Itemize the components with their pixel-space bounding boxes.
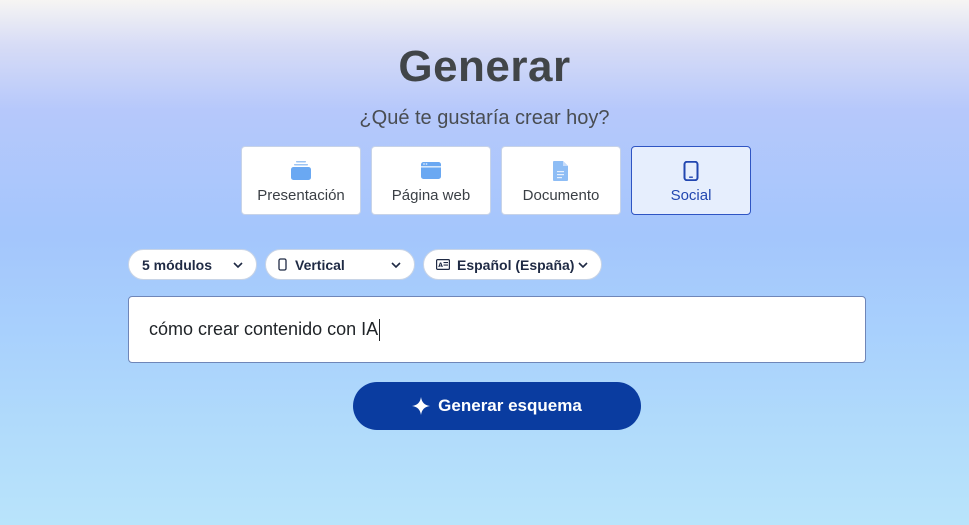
modules-dropdown[interactable]: 5 módulos — [128, 249, 257, 280]
presentation-icon — [290, 161, 312, 186]
orientation-value: Vertical — [295, 256, 345, 273]
phone-outline-icon — [278, 258, 287, 271]
type-card-label: Documento — [522, 187, 600, 204]
type-card-presentation[interactable]: Presentación — [241, 146, 361, 215]
type-card-webpage[interactable]: Página web — [371, 146, 491, 215]
content-type-selector: Presentación Página web Documento Social — [241, 146, 761, 217]
type-card-social[interactable]: Social — [631, 146, 751, 215]
type-card-document[interactable]: Documento — [501, 146, 621, 215]
document-icon — [552, 161, 570, 186]
page-subtitle: ¿Qué te gustaría crear hoy? — [359, 107, 610, 129]
modules-value: 5 módulos — [142, 256, 213, 273]
sparkle-icon — [412, 397, 431, 415]
text-caret — [379, 318, 381, 341]
chevron-down-icon — [577, 258, 589, 274]
language-dropdown[interactable]: A Español (España) — [423, 249, 602, 280]
prompt-input[interactable]: cómo crear contenido con IA — [128, 296, 866, 363]
type-card-label: Presentación — [257, 187, 345, 204]
type-card-label: Página web — [391, 187, 471, 204]
prompt-text: cómo crear contenido con IA — [149, 319, 379, 339]
orientation-dropdown[interactable]: Vertical — [265, 249, 415, 280]
generate-outline-button[interactable]: Generar esquema — [353, 382, 641, 430]
type-card-label: Social — [670, 187, 712, 204]
language-icon: A — [436, 259, 450, 270]
chevron-down-icon — [232, 258, 244, 274]
chevron-down-icon — [390, 258, 402, 274]
mobile-phone-icon — [683, 160, 699, 186]
generate-outline-label: Generar esquema — [438, 396, 582, 415]
svg-text:A: A — [438, 262, 443, 269]
webpage-icon — [420, 161, 442, 186]
page-title: Generar — [398, 42, 571, 91]
language-value: Español (España) — [457, 256, 575, 273]
